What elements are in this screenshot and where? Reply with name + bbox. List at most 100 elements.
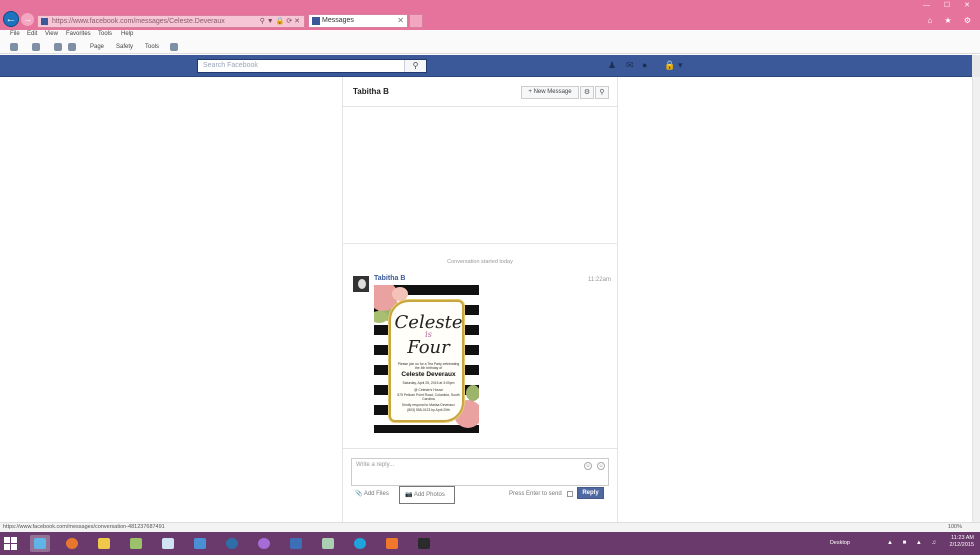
- message-history-area: [343, 108, 617, 243]
- sticker-icon[interactable]: ☺: [584, 462, 592, 470]
- invite-title-line2: Four: [407, 337, 450, 358]
- scrollbar-top[interactable]: [972, 55, 980, 77]
- conversation-title[interactable]: Tabitha B: [353, 87, 389, 96]
- help-icon[interactable]: [170, 43, 178, 51]
- firefox-icon[interactable]: [62, 535, 82, 552]
- skype-icon[interactable]: [350, 535, 370, 552]
- menu-file[interactable]: File: [10, 31, 20, 37]
- conversation-header: Tabitha B + New Message ⚙ ⚲: [343, 77, 617, 107]
- message-sender[interactable]: Tabitha B: [374, 275, 405, 282]
- media-player-icon[interactable]: [382, 535, 402, 552]
- press-enter-label: Press Enter to send: [509, 491, 562, 497]
- windows-start-icon[interactable]: [4, 537, 17, 550]
- mail-icon[interactable]: [54, 43, 62, 51]
- account-menu-chevron-icon[interactable]: ▾: [678, 61, 688, 70]
- home-icon[interactable]: [10, 43, 18, 51]
- avatar-face: [358, 279, 366, 289]
- messages-icon[interactable]: ✉: [626, 61, 636, 70]
- word-icon[interactable]: [286, 535, 306, 552]
- page-scrollbar[interactable]: [972, 77, 980, 522]
- divider: [343, 243, 617, 244]
- menu-view[interactable]: View: [45, 31, 58, 37]
- taskbar: Desktop ▲ ■ ▲ ♫ 11:23 AM 2/12/2015: [0, 532, 980, 555]
- app-icon[interactable]: [254, 535, 274, 552]
- search-icon[interactable]: ⚲: [595, 86, 609, 99]
- messages-column: Tabitha B + New Message ⚙ ⚲ Conversation…: [342, 77, 618, 522]
- forward-button[interactable]: →: [21, 13, 34, 26]
- command-bar: Page Safety Tools: [0, 40, 980, 54]
- status-url: https://www.facebook.com/messages/conver…: [3, 524, 165, 530]
- cmd-page[interactable]: Page: [90, 44, 104, 50]
- invite-date: Saturday, April 25, 2015 at 3:00pm: [402, 381, 455, 385]
- app-icon[interactable]: [318, 535, 338, 552]
- console-icon[interactable]: [414, 535, 434, 552]
- tab-close-icon[interactable]: ✕: [397, 15, 404, 27]
- cmd-tools[interactable]: Tools: [145, 44, 159, 50]
- internet-explorer-icon[interactable]: [30, 535, 50, 552]
- message-timestamp: 11:22am: [588, 277, 611, 283]
- invite-rsvp: Kindly respond to Marisa Deveraux: [402, 403, 455, 407]
- invite-phone: (803) 555-0123 by April 20th: [407, 408, 450, 412]
- invite-place: @ Celeste's House: [414, 388, 443, 392]
- browser-toolbar-icons[interactable]: ⌂ ★ ⚙: [927, 16, 976, 25]
- emoji-icon[interactable]: ☺: [597, 462, 605, 470]
- menu-tools[interactable]: Tools: [98, 31, 112, 37]
- reply-textarea[interactable]: Write a reply... ☺ ☺: [351, 458, 609, 486]
- facebook-favicon-icon: [41, 18, 48, 25]
- reply-placeholder: Write a reply...: [356, 462, 395, 468]
- add-photos-label: Add Photos: [413, 492, 445, 498]
- facebook-blue-bar: Search Facebook ⚲ ♟ ✉ ● 🔒 ▾: [0, 55, 980, 77]
- status-bar: https://www.facebook.com/messages/conver…: [0, 522, 980, 532]
- notepad-icon[interactable]: [158, 535, 178, 552]
- cmd-safety[interactable]: Safety: [116, 44, 133, 50]
- file-explorer-icon[interactable]: [94, 535, 114, 552]
- app-icon[interactable]: [222, 535, 242, 552]
- app-icon[interactable]: [126, 535, 146, 552]
- remote-desktop-icon[interactable]: [190, 535, 210, 552]
- reply-button[interactable]: Reply: [577, 487, 604, 499]
- address-bar[interactable]: https://www.facebook.com/messages/Celest…: [37, 15, 305, 28]
- notifications-icon[interactable]: ●: [642, 61, 652, 70]
- invite-address: 575 Pelican Point Road, Columbia, South …: [397, 393, 460, 401]
- rose-flower-icon: [392, 287, 408, 301]
- avatar[interactable]: [353, 276, 369, 292]
- new-message-button[interactable]: + New Message: [521, 86, 579, 99]
- menu-help[interactable]: Help: [121, 31, 133, 37]
- leaf-icon: [374, 311, 388, 323]
- clock[interactable]: 11:23 AM 2/12/2015: [950, 535, 974, 549]
- menu-favorites[interactable]: Favorites: [66, 31, 91, 37]
- desktop-toolbar-label[interactable]: Desktop: [830, 540, 850, 546]
- press-enter-checkbox[interactable]: [567, 491, 573, 497]
- add-files-button[interactable]: 📎 Add Files: [355, 490, 389, 497]
- menu-edit[interactable]: Edit: [27, 31, 37, 37]
- search-icon[interactable]: ⚲: [404, 60, 426, 72]
- zoom-level[interactable]: 100%: [948, 523, 962, 532]
- invite-intro: Please join us for a Tea Party celebrati…: [397, 362, 460, 370]
- invitation-image[interactable]: Celeste is Four Please join us for a Tea…: [374, 285, 479, 433]
- clock-time: 11:23 AM: [951, 535, 974, 541]
- add-photos-button[interactable]: 📷 Add Photos: [399, 486, 455, 504]
- conversation-started-label: Conversation started today: [447, 259, 513, 265]
- composer-toolbar: 📎 Add Files 📷 Add Photos Press Enter to …: [351, 486, 609, 504]
- friend-requests-icon[interactable]: ♟: [608, 61, 618, 70]
- feeds-icon[interactable]: [32, 43, 40, 51]
- add-files-label: Add Files: [363, 491, 389, 497]
- tab-messages[interactable]: Messages ✕: [308, 14, 408, 28]
- system-tray-icons[interactable]: ▲ ■ ▲ ♫: [887, 540, 940, 546]
- back-button[interactable]: ←: [3, 11, 19, 27]
- address-controls[interactable]: ⚲ ▼ 🔒 ⟳ ✕: [260, 16, 300, 27]
- print-icon[interactable]: [68, 43, 76, 51]
- clock-date: 2/12/2015: [949, 542, 974, 548]
- facebook-favicon-icon: [312, 17, 320, 25]
- search-placeholder: Search Facebook: [203, 62, 258, 69]
- privacy-shortcuts-icon[interactable]: 🔒: [664, 61, 675, 70]
- settings-gear-icon[interactable]: ⚙: [580, 86, 594, 99]
- facebook-search-input[interactable]: Search Facebook ⚲: [197, 59, 427, 73]
- invite-name: Celeste Deveraux: [401, 371, 456, 378]
- window-controls[interactable]: — ☐ ✕: [923, 1, 976, 9]
- leaf-icon: [466, 385, 479, 401]
- menu-bar: File Edit View Favorites Tools Help: [0, 30, 980, 40]
- tab-title: Messages: [322, 17, 354, 24]
- new-tab-button[interactable]: [409, 14, 423, 28]
- composer-divider: [343, 448, 617, 449]
